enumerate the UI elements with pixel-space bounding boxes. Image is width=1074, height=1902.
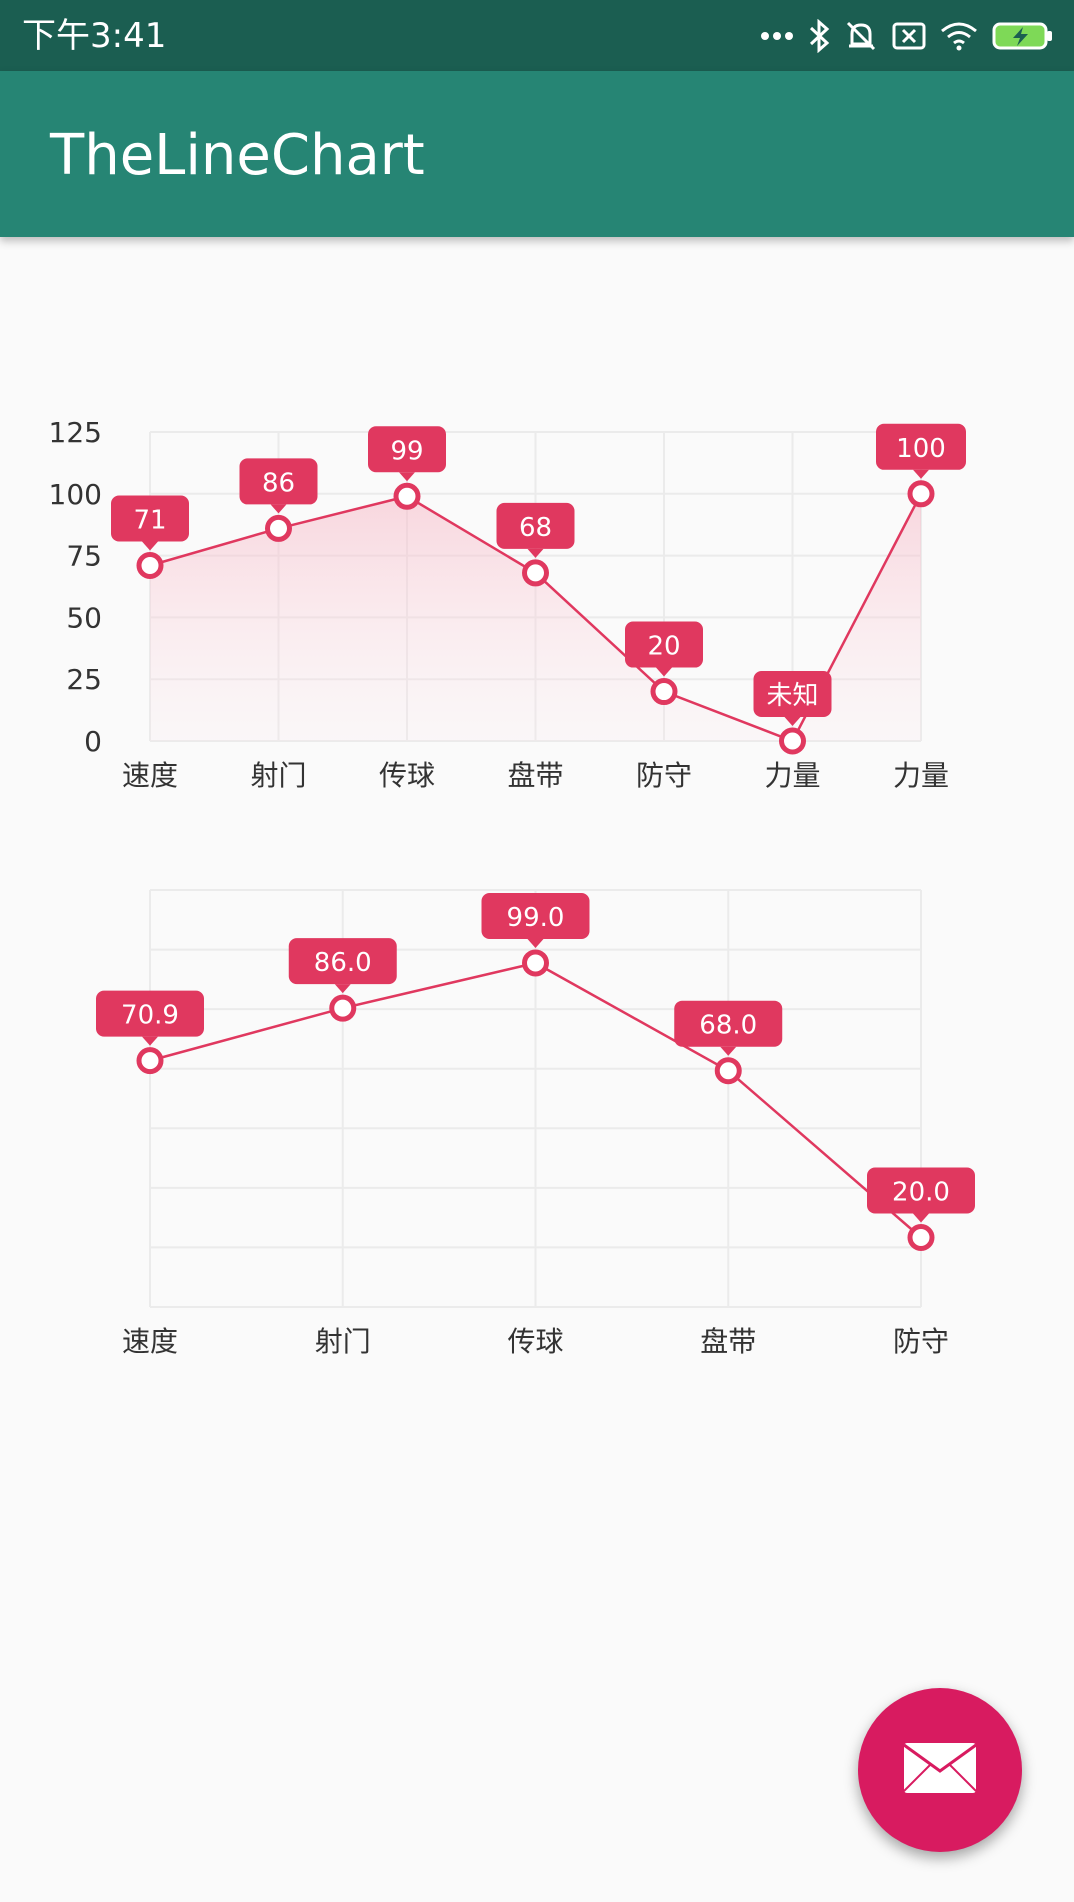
data-label-tooltip: 71	[111, 495, 189, 551]
sim-x-icon	[892, 21, 926, 51]
tooltip-pointer	[720, 1046, 737, 1056]
mail-icon	[902, 1741, 978, 1799]
tooltip-pointer	[913, 1213, 929, 1223]
data-point[interactable]	[522, 949, 549, 977]
data-label: 86	[262, 468, 295, 498]
wifi-icon	[940, 21, 978, 51]
data-label-tooltip: 86.0	[288, 938, 397, 994]
data-label-tooltip: 100	[876, 423, 966, 479]
data-point[interactable]	[265, 514, 292, 542]
tooltip-pointer	[142, 1036, 158, 1046]
mail-fab-button[interactable]	[858, 1688, 1022, 1852]
data-label: 86.0	[314, 948, 372, 978]
data-label-tooltip: 68.0	[674, 1000, 783, 1056]
x-category-label: 盘带	[507, 759, 563, 792]
data-label-tooltip: 99	[368, 426, 446, 482]
x-category-label: 射门	[315, 1325, 371, 1358]
tooltip-pointer	[784, 717, 801, 726]
x-category-label: 射门	[250, 759, 306, 792]
status-icons	[760, 12, 1054, 60]
y-tick-label: 75	[66, 540, 102, 573]
data-label: 20.0	[892, 1178, 950, 1208]
y-tick-label: 125	[49, 416, 102, 449]
y-tick-label: 0	[84, 725, 102, 758]
data-label: 99	[390, 436, 423, 466]
tooltip-pointer	[142, 541, 158, 551]
data-point[interactable]	[714, 1057, 742, 1085]
alarm-off-icon	[844, 19, 878, 53]
tooltip-pointer	[270, 504, 287, 514]
tooltip-pointer	[334, 984, 351, 994]
data-point[interactable]	[779, 727, 806, 755]
tooltip-pointer	[656, 667, 672, 677]
x-category-label: 盘带	[700, 1325, 756, 1358]
data-point[interactable]	[650, 678, 678, 706]
data-label: 99.0	[507, 903, 565, 933]
x-category-label: 力量	[893, 759, 949, 792]
data-label: 未知	[766, 681, 818, 711]
y-tick-label: 100	[49, 478, 102, 511]
data-label-tooltip: 99.0	[481, 892, 590, 948]
x-category-label: 速度	[122, 1325, 178, 1358]
x-category-label: 速度	[122, 759, 178, 792]
status-bar: 下午3:41	[0, 0, 1074, 71]
data-label-tooltip: 70.9	[96, 990, 204, 1046]
more-dots-icon	[760, 30, 794, 42]
x-category-label: 力量	[764, 759, 820, 792]
x-category-label: 防守	[893, 1325, 949, 1358]
data-point[interactable]	[136, 551, 164, 579]
status-time: 下午3:41	[22, 16, 167, 56]
x-category-label: 防守	[636, 759, 692, 792]
tooltip-pointer	[913, 469, 929, 479]
data-label-tooltip: 20.0	[867, 1167, 975, 1223]
data-label: 100	[896, 434, 946, 464]
battery-charging-icon	[992, 21, 1054, 51]
line-chart-2: 70.9 86.0 99.0 68.0 20.0 速度 射门 传球 盘带 防守	[96, 889, 975, 1358]
bluetooth-icon	[808, 19, 830, 53]
data-label: 70.9	[121, 1001, 179, 1031]
data-point[interactable]	[522, 559, 549, 587]
data-point[interactable]	[907, 1224, 935, 1251]
data-label-tooltip: 86	[239, 458, 318, 514]
data-point[interactable]	[136, 1047, 164, 1075]
y-tick-label: 50	[66, 601, 102, 634]
tooltip-pointer	[527, 938, 544, 948]
x-category-label: 传球	[379, 759, 435, 792]
line-chart-1: 0 25 50 75 100 125 71 86 99 68 20 未知 100 速度 射门 传球 盘带 防守 力量…	[49, 416, 966, 792]
data-label: 71	[133, 505, 166, 535]
data-label: 68.0	[699, 1011, 757, 1041]
x-category-label: 传球	[507, 1325, 563, 1358]
app-bar: TheLineChart	[0, 71, 1074, 237]
data-label: 68	[519, 513, 552, 543]
data-point[interactable]	[393, 482, 421, 510]
app-title: TheLineChart	[50, 123, 425, 188]
tooltip-pointer	[399, 472, 415, 482]
data-label-tooltip: 68	[496, 502, 575, 558]
data-label: 20	[647, 632, 680, 662]
data-point[interactable]	[329, 994, 357, 1022]
y-tick-label: 25	[66, 663, 102, 696]
data-point[interactable]	[907, 480, 935, 508]
